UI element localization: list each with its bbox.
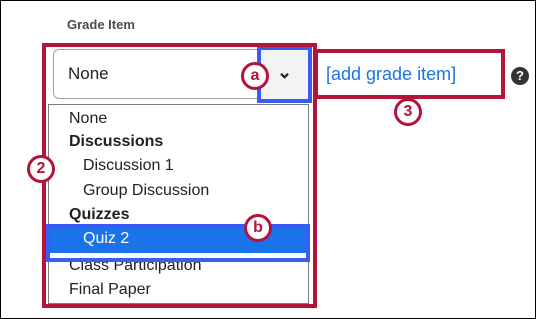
- option-none[interactable]: None: [69, 110, 107, 128]
- annotation-b: b: [244, 214, 272, 242]
- add-grade-item-link[interactable]: [add grade item]: [326, 64, 456, 85]
- grade-item-label: Grade Item: [67, 17, 135, 32]
- annotation-a: a: [241, 62, 269, 90]
- annotation-2: 2: [27, 155, 55, 183]
- annotation-3: 3: [394, 98, 422, 126]
- option-group-discussion[interactable]: Group Discussion: [83, 182, 209, 200]
- group-discussions: Discussions: [69, 133, 164, 150]
- grade-item-dropdown: None Discussions Discussion 1 Group Disc…: [48, 104, 309, 304]
- group-quizzes: Quizzes: [69, 206, 130, 223]
- question-circle-icon[interactable]: ?: [511, 67, 529, 85]
- option-discussion-1[interactable]: Discussion 1: [83, 157, 174, 175]
- option-final-paper[interactable]: Final Paper: [69, 281, 151, 299]
